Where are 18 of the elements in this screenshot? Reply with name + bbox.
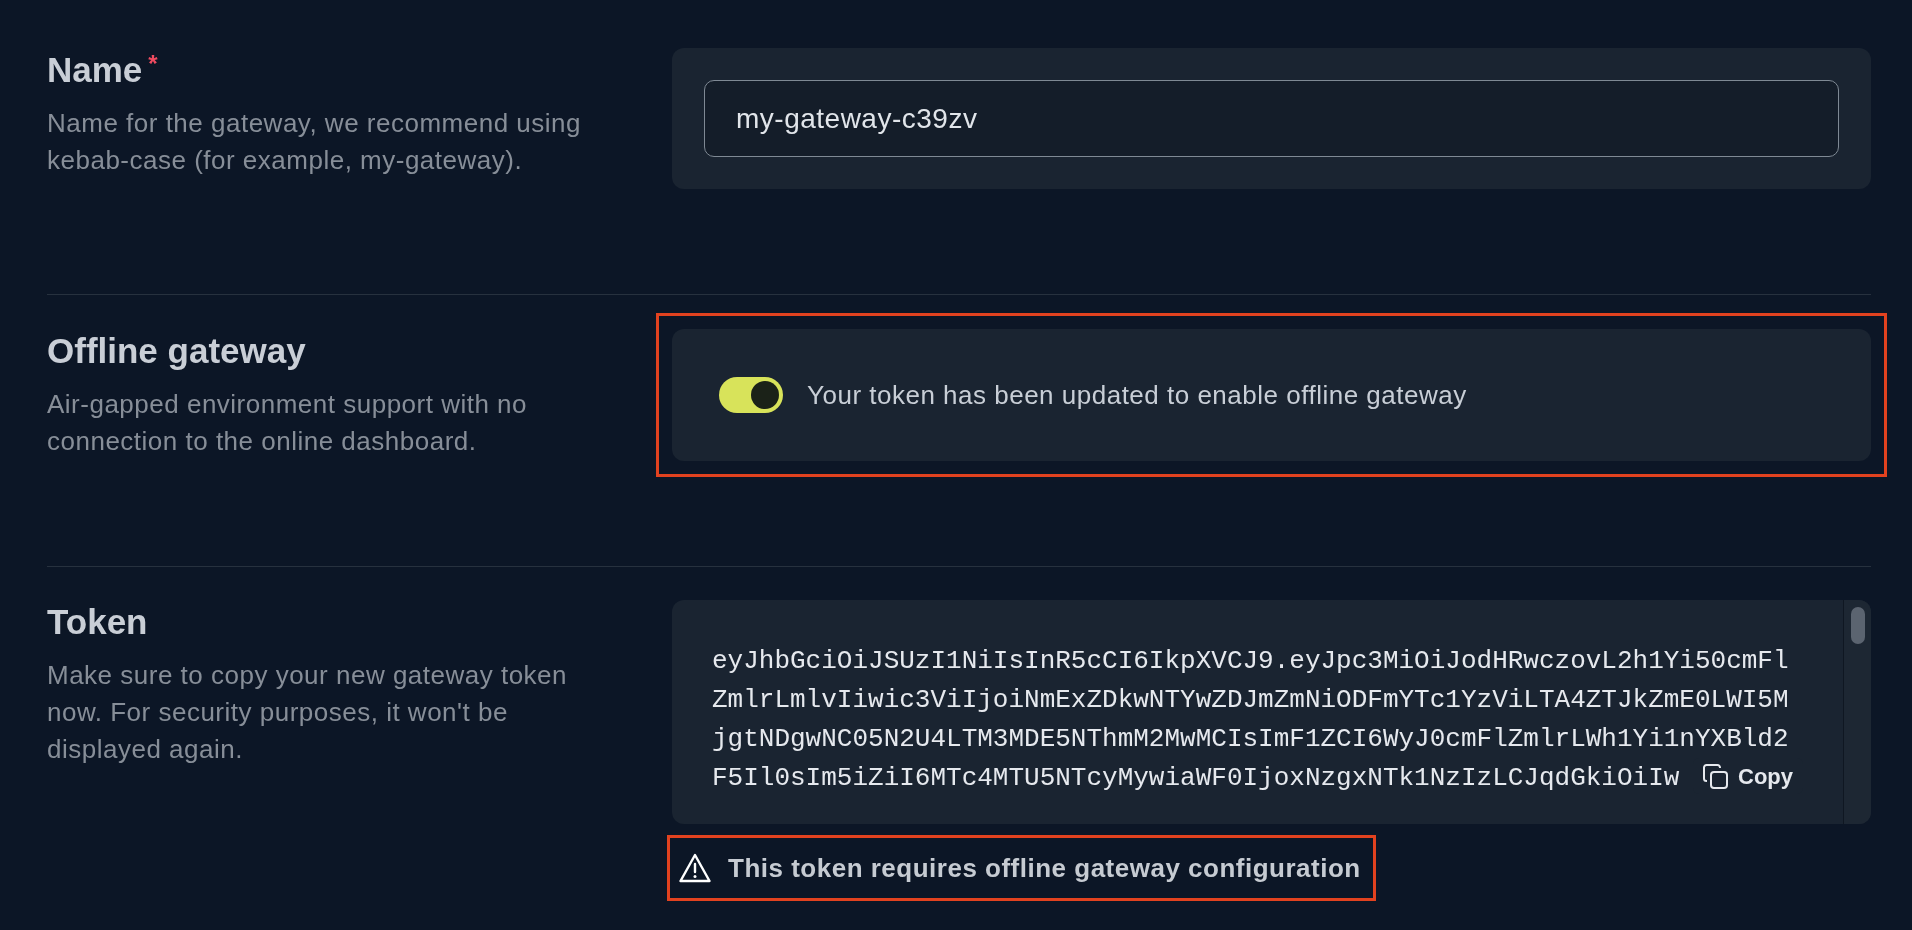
token-line: F5Il0sIm5iZiI6MTc4MTU5NTcyMywiaWF0IjoxNzgxNTk1NzIzLCJqdGkiOiIw bbox=[712, 762, 1680, 795]
scrollbar[interactable] bbox=[1843, 600, 1871, 824]
toggle-switch[interactable] bbox=[719, 377, 783, 413]
copy-icon bbox=[1703, 763, 1728, 789]
section-description: Make sure to copy your new gateway token now. For security purposes, it won't be displayed again. bbox=[47, 659, 569, 766]
section-title: Token bbox=[47, 601, 148, 643]
section-title: Name bbox=[47, 49, 143, 91]
toggle-label: Your token has been updated to enable offline gateway bbox=[807, 378, 1467, 412]
token-line: jgtNDgwNC05N2U4LTM3MDE5NThmM2MwMCIsImF1ZCI6WyJ0cmFlZmlrLWh1Yi1nYXBld2 bbox=[712, 723, 1789, 756]
section-description: Name for the gateway, we recommend using kebab-case (for example, my-gateway). bbox=[47, 107, 582, 177]
name-input[interactable]: my-gateway-c39zv bbox=[704, 80, 1839, 157]
section-title: Offline gateway bbox=[47, 330, 306, 372]
warning-text: This token requires offline gateway configuration bbox=[728, 851, 1361, 885]
token-line: eyJhbGciOiJSUzI1NiIsInR5cCI6IkpXVCJ9.eyJpc3MiOiJodHRwczovL2h1Yi50cmFl bbox=[712, 645, 1789, 678]
required-mark: * bbox=[148, 52, 158, 76]
warning-icon bbox=[679, 853, 711, 883]
section-description: Air-gapped environment support with no connection to the online dashboard. bbox=[47, 388, 529, 458]
token-line: ZmlrLmlvIiwic3ViIjoiNmExZDkwNTYwZDJmZmNiODFmYTc1YzViLTA4ZTJkZmE0LWI5M bbox=[712, 684, 1789, 717]
